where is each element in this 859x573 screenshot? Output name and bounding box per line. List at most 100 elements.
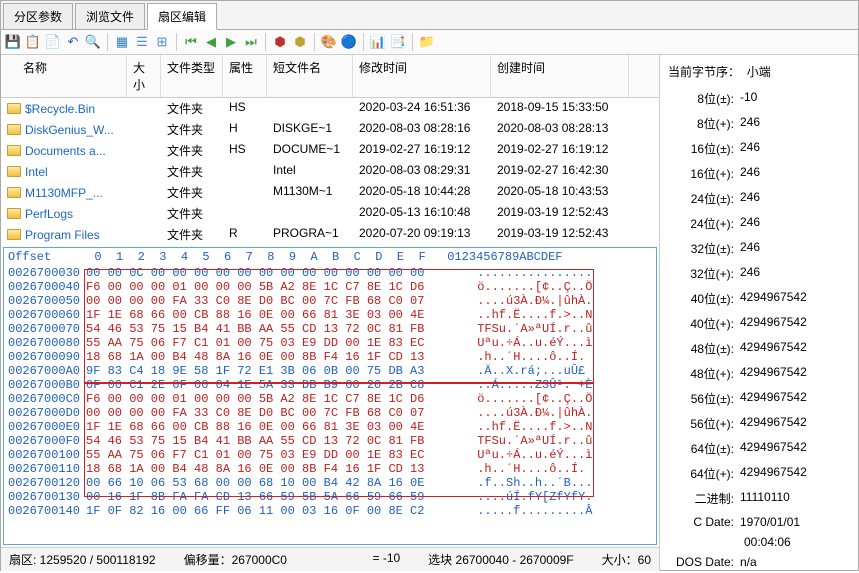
hex-header: Offset 0 1 2 3 4 5 6 7 8 9 A B C D E F 0… <box>4 248 656 266</box>
hex-ascii[interactable]: .....f.........Â <box>477 504 607 518</box>
inspector-value: 4294967542 <box>740 390 848 407</box>
separator <box>176 33 177 51</box>
tab-partition-params[interactable]: 分区参数 <box>3 3 73 29</box>
tool-icon[interactable]: ▦ <box>114 34 130 50</box>
file-shortname <box>267 204 353 223</box>
inspector-row: 40位(±):4294967542 <box>668 286 850 311</box>
file-name: Intel <box>25 165 48 179</box>
inspector-value: 246 <box>740 265 848 282</box>
file-row[interactable]: Documents a...文件夹HSDOCUME~12019-02-27 16… <box>1 140 659 161</box>
hex-offset: 00267000C0 <box>8 392 86 406</box>
file-attr: HS <box>223 99 267 118</box>
inspector-row: 32位(±):246 <box>668 236 850 261</box>
inspector-value: -10 <box>740 90 848 107</box>
tab-sector-edit[interactable]: 扇区编辑 <box>147 3 217 30</box>
tool-icon[interactable]: 📊 <box>370 34 386 50</box>
search-icon[interactable]: 🔍 <box>85 34 101 50</box>
hex-offset: 00267000F0 <box>8 434 86 448</box>
palette-icon[interactable]: 🎨 <box>321 34 337 50</box>
hex-offset: 0026700080 <box>8 336 86 350</box>
file-type: 文件夹 <box>161 99 223 118</box>
inspector-label: 40位(+): <box>670 315 740 332</box>
inspector-row: 64位(±):4294967542 <box>668 436 850 461</box>
file-type: 文件夹 <box>161 204 223 223</box>
goto-next-icon[interactable]: ▶ <box>223 34 239 50</box>
tool-icon[interactable]: ⬢ <box>272 34 288 50</box>
inspector-label: 56位(±): <box>670 390 740 407</box>
color-icon[interactable]: 🔵 <box>341 34 357 50</box>
file-row[interactable]: Program Files文件夹RPROGRA~12020-07-20 09:1… <box>1 224 659 245</box>
goto-first-icon[interactable]: ⏮ <box>183 34 199 50</box>
col-attr[interactable]: 属性 <box>223 55 267 97</box>
col-modify[interactable]: 修改时间 <box>353 55 491 97</box>
file-row[interactable]: DiskGenius_W...文件夹HDISKGE~12020-08-03 08… <box>1 119 659 140</box>
inspector-row: 16位(+):246 <box>668 161 850 186</box>
inspector-label: 8位(+): <box>670 115 740 132</box>
file-list-header: 名称 大小 文件类型 属性 短文件名 修改时间 创建时间 <box>1 55 659 98</box>
tool-icon[interactable]: ⬢ <box>292 34 308 50</box>
col-short[interactable]: 短文件名 <box>267 55 353 97</box>
file-name: DiskGenius_W... <box>25 123 114 137</box>
status-size: 大小：60 <box>602 551 651 568</box>
save-icon[interactable]: 💾 <box>5 34 21 50</box>
inspector-value: 11110110 <box>740 490 848 507</box>
inspector-value: 4294967542 <box>740 440 848 457</box>
file-row[interactable]: Intel文件夹Intel2020-08-03 08:29:312019-02-… <box>1 161 659 182</box>
copy-icon[interactable]: 📋 <box>25 34 41 50</box>
file-name: Program Files <box>25 228 100 242</box>
file-type: 文件夹 <box>161 120 223 139</box>
inspector-row: 24位(±):246 <box>668 186 850 211</box>
hex-bytes[interactable]: 1F 0F 82 16 00 66 FF 06 11 00 03 16 0F 0… <box>86 504 470 518</box>
inspector-value: 4294967542 <box>740 290 848 307</box>
file-size <box>127 162 161 181</box>
inspector-value: 4294967542 <box>740 315 848 332</box>
file-attr: H <box>223 120 267 139</box>
inspector-row: DOS Date: n/a <box>668 551 850 573</box>
inspector-label: 8位(±): <box>670 90 740 107</box>
inspector-label: 64位(+): <box>670 465 740 482</box>
tool-icon[interactable]: 📑 <box>390 34 406 50</box>
separator <box>412 33 413 51</box>
file-list[interactable]: $Recycle.Bin文件夹HS2020-03-24 16:51:362018… <box>1 98 659 245</box>
file-type: 文件夹 <box>161 141 223 160</box>
file-row[interactable]: PerfLogs文件夹2020-05-13 16:10:482019-03-19… <box>1 203 659 224</box>
file-type: 文件夹 <box>161 225 223 244</box>
col-name[interactable]: 名称 <box>1 55 127 97</box>
col-type[interactable]: 文件类型 <box>161 55 223 97</box>
col-size[interactable]: 大小 <box>127 55 161 97</box>
status-eq: = -10 <box>372 551 400 568</box>
hex-offset: 0026700140 <box>8 504 86 518</box>
undo-icon[interactable]: ↶ <box>65 34 81 50</box>
goto-last-icon[interactable]: ⏭ <box>243 34 259 50</box>
inspector-label: 16位(+): <box>670 165 740 182</box>
tool-icon[interactable]: ☰ <box>134 34 150 50</box>
tab-browse-files[interactable]: 浏览文件 <box>75 3 145 29</box>
inspector-row: 24位(+):246 <box>668 211 850 236</box>
file-shortname: Intel <box>267 162 353 181</box>
inspector-row: 二进制:11110110 <box>668 486 850 511</box>
col-create[interactable]: 创建时间 <box>491 55 629 97</box>
file-attr <box>223 162 267 181</box>
file-row[interactable]: $Recycle.Bin文件夹HS2020-03-24 16:51:362018… <box>1 98 659 119</box>
goto-prev-icon[interactable]: ◀ <box>203 34 219 50</box>
inspector-row: 16位(±):246 <box>668 136 850 161</box>
inspector-row: 64位(+):4294967542 <box>668 461 850 486</box>
file-row[interactable]: M1130MFP_...文件夹M1130M~12020-05-18 10:44:… <box>1 182 659 203</box>
paste-icon[interactable]: 📄 <box>45 34 61 50</box>
file-modify-time: 2020-03-24 16:51:36 <box>353 99 491 118</box>
inspector-row: 56位(±):4294967542 <box>668 386 850 411</box>
file-size <box>127 204 161 223</box>
tool-icon[interactable]: ⊞ <box>154 34 170 50</box>
dos-date-value: n/a <box>740 555 848 569</box>
file-modify-time: 2020-05-18 10:44:28 <box>353 183 491 202</box>
file-size <box>127 120 161 139</box>
hex-editor[interactable]: Offset 0 1 2 3 4 5 6 7 8 9 A B C D E F 0… <box>3 247 657 545</box>
file-shortname <box>267 99 353 118</box>
file-attr: R <box>223 225 267 244</box>
inspector-value: 1970/01/01 <box>740 515 848 529</box>
inspector-label: 32位(±): <box>670 240 740 257</box>
hex-row[interactable]: 00267001401F 0F 82 16 00 66 FF 06 11 00 … <box>4 504 656 518</box>
status-selection: 选块 26700040 - 2670009F <box>428 551 573 568</box>
folder-icon[interactable]: 📁 <box>419 34 435 50</box>
hex-offset: 0026700050 <box>8 294 86 308</box>
